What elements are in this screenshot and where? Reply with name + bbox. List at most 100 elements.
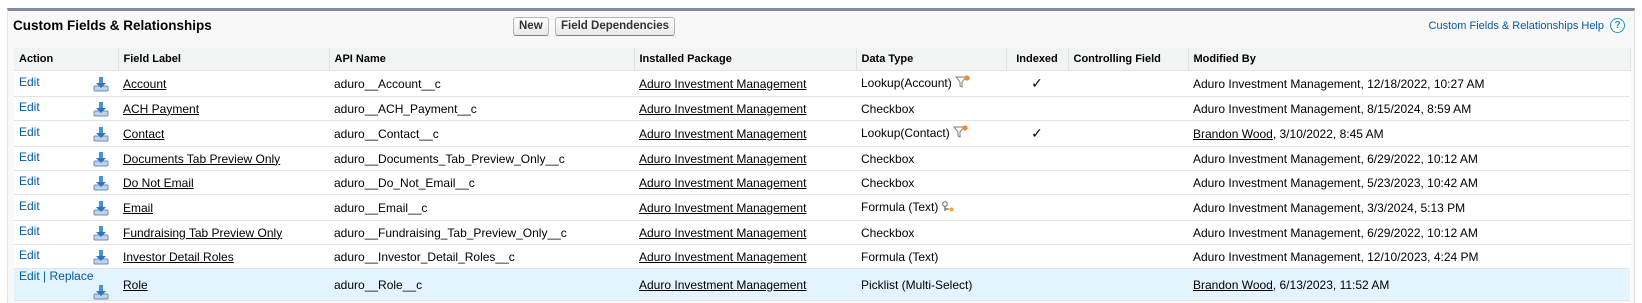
lookup-filter-icon [954, 75, 971, 92]
installed-package-link[interactable]: Aduro Investment Management [639, 278, 806, 292]
installed-package-cell: Aduro Investment Management [634, 146, 856, 171]
action-cell: Edit [14, 220, 118, 245]
download-icon[interactable] [93, 249, 109, 265]
field-label-cell: Investor Detail Roles [118, 244, 329, 269]
installed-package-link[interactable]: Aduro Investment Management [639, 226, 806, 240]
modified-by-cell: Aduro Investment Management, 12/10/2023,… [1188, 244, 1630, 269]
table-row: Edit Documents Tab Preview Only aduro__D… [14, 146, 1630, 171]
installed-package-link[interactable]: Aduro Investment Management [639, 77, 806, 91]
data-type-cell: Checkbox [856, 170, 1006, 195]
help-icon[interactable]: ? [1610, 18, 1625, 33]
field-label-cell: Email [118, 194, 329, 221]
field-label-link[interactable]: Contact [123, 127, 164, 141]
edit-link[interactable]: Edit [19, 125, 40, 139]
indexed-checkmark: ✓ [1031, 125, 1043, 141]
modified-date: , 5/23/2023, 10:42 AM [1360, 175, 1478, 190]
data-type-text: Lookup(Contact) [861, 126, 950, 140]
data-type-text: Checkbox [861, 101, 915, 116]
data-type-text: Checkbox [861, 151, 915, 166]
field-label-link[interactable]: Investor Detail Roles [123, 250, 234, 264]
download-icon[interactable] [93, 225, 109, 241]
indexed-cell [1006, 96, 1068, 121]
indexed-cell: ✓ [1006, 120, 1068, 147]
field-label-link[interactable]: Fundraising Tab Preview Only [123, 226, 282, 240]
download-icon[interactable] [93, 175, 109, 191]
edit-link[interactable]: Edit [19, 75, 40, 89]
modified-by-name: Aduro Investment Management [1193, 101, 1361, 116]
api-name-cell: aduro__Contact__c [329, 120, 634, 147]
installed-package-link[interactable]: Aduro Investment Management [639, 152, 806, 166]
field-label-link[interactable]: Email [123, 201, 153, 215]
download-icon[interactable] [93, 284, 109, 300]
column-header-installed-package[interactable]: Installed Package [634, 48, 857, 71]
modified-by-user-link[interactable]: Brandon Wood [1193, 127, 1273, 141]
table-row: Edit Investor Detail Roles aduro__Invest… [14, 244, 1630, 269]
data-type-text: Picklist (Multi-Select) [861, 277, 973, 292]
edit-link[interactable]: Edit [19, 199, 40, 213]
installed-package-link[interactable]: Aduro Investment Management [639, 201, 806, 215]
download-icon[interactable] [93, 200, 109, 216]
field-label-cell: ACH Payment [118, 96, 329, 121]
action-cell: Edit [14, 194, 118, 221]
modified-date: , 3/10/2022, 8:45 AM [1272, 126, 1384, 141]
edit-link[interactable]: Edit [19, 150, 40, 164]
installed-package-link[interactable]: Aduro Investment Management [639, 127, 806, 141]
field-label-link[interactable]: ACH Payment [123, 102, 199, 116]
download-icon[interactable] [93, 151, 109, 167]
column-header-data-type[interactable]: Data Type [856, 48, 1007, 71]
replace-link[interactable]: Replace [49, 269, 93, 283]
action-cell: Edit [14, 244, 118, 269]
edit-link[interactable]: Edit [19, 224, 40, 238]
data-type-cell: Checkbox [856, 146, 1006, 171]
modified-date: , 6/29/2022, 10:12 AM [1360, 225, 1478, 240]
edit-link[interactable]: Edit [19, 100, 40, 114]
new-button[interactable]: New [513, 17, 549, 36]
download-icon[interactable] [93, 126, 109, 142]
indexed-checkmark: ✓ [1031, 75, 1043, 91]
controlling-field-cell [1068, 244, 1188, 269]
indexed-cell [1006, 170, 1068, 195]
field-label-link[interactable]: Do Not Email [123, 176, 194, 190]
column-header-controlling-field[interactable]: Controlling Field [1068, 48, 1189, 71]
api-name-cell: aduro__Role__c [329, 268, 634, 301]
download-icon[interactable] [93, 101, 109, 117]
column-header-action: Action [14, 48, 119, 71]
table-row: Edit Email aduro__Email__c Aduro Investm… [14, 194, 1630, 221]
edit-link[interactable]: Edit [19, 248, 40, 262]
modified-by-cell: Brandon Wood, 6/13/2023, 11:52 AM [1188, 268, 1630, 301]
column-header-modified-by[interactable]: Modified By [1188, 48, 1631, 71]
action-cell: Edit [14, 96, 118, 121]
table-row: Edit | Replace Role aduro__Role__c Aduro… [14, 268, 1630, 301]
modified-date: , 8/15/2024, 8:59 AM [1360, 101, 1472, 116]
installed-package-link[interactable]: Aduro Investment Management [639, 102, 806, 116]
api-name-cell: aduro__Fundraising_Tab_Preview_Only__c [329, 220, 634, 245]
table-row: Edit Do Not Email aduro__Do_Not_Email__c… [14, 170, 1630, 195]
modified-by-user-link[interactable]: Brandon Wood [1193, 278, 1273, 292]
edit-link[interactable]: Edit [19, 269, 40, 283]
data-type-cell: Checkbox [856, 96, 1006, 121]
field-label-link[interactable]: Documents Tab Preview Only [123, 152, 280, 166]
indexed-cell: ✓ [1006, 70, 1068, 97]
installed-package-cell: Aduro Investment Management [634, 194, 856, 221]
action-cell: Edit [14, 120, 118, 147]
help-link[interactable]: Custom Fields & Relationships Help [1429, 20, 1604, 32]
field-label-link[interactable]: Account [123, 77, 166, 91]
panel-title: Custom Fields & Relationships [13, 18, 212, 33]
installed-package-link[interactable]: Aduro Investment Management [639, 176, 806, 190]
api-name-cell: aduro__Account__c [329, 70, 634, 97]
data-type-text: Checkbox [861, 225, 915, 240]
api-name-cell: aduro__Documents_Tab_Preview_Only__c [329, 146, 634, 171]
data-type-cell: Lookup(Account) [856, 70, 1006, 97]
field-dependencies-button[interactable]: Field Dependencies [555, 17, 676, 36]
edit-link[interactable]: Edit [19, 174, 40, 188]
installed-package-link[interactable]: Aduro Investment Management [639, 250, 806, 264]
indexed-cell [1006, 146, 1068, 171]
field-label-link[interactable]: Role [123, 278, 148, 292]
field-label-cell: Fundraising Tab Preview Only [118, 220, 329, 245]
column-header-api-name[interactable]: API Name [329, 48, 635, 71]
column-header-field-label[interactable]: Field Label [118, 48, 330, 71]
download-icon[interactable] [93, 76, 109, 92]
indexed-cell [1006, 194, 1068, 221]
column-header-indexed[interactable]: Indexed [1006, 48, 1069, 71]
lookup-filter-icon [952, 125, 969, 142]
